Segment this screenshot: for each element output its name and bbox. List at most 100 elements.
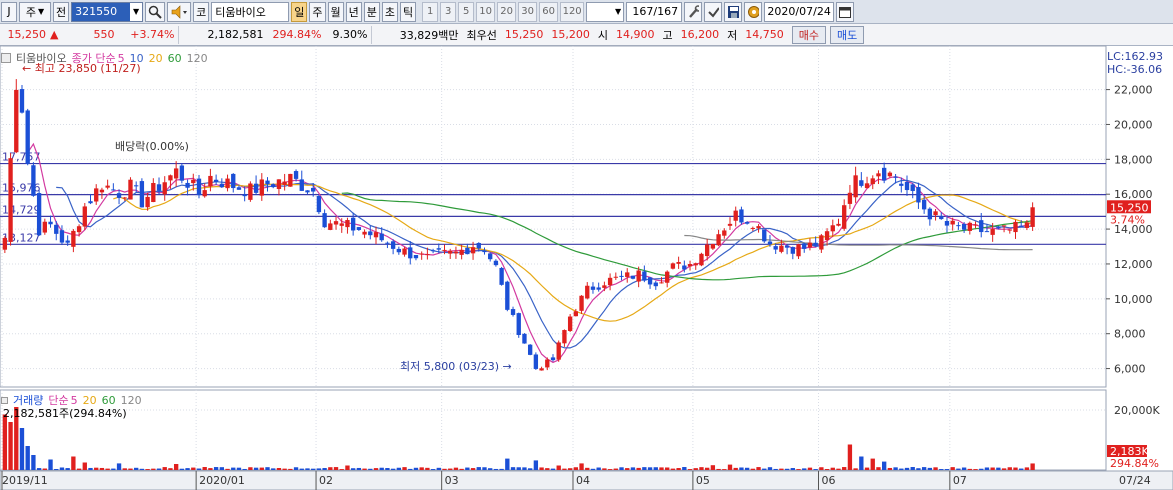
volume-bar	[716, 468, 721, 470]
candle	[459, 249, 464, 255]
candle	[276, 179, 282, 189]
x-tick-label: 06	[822, 474, 836, 487]
volume-bar	[585, 467, 590, 470]
x-tick-label: 04	[576, 474, 590, 487]
candle	[419, 253, 424, 255]
volume-bar	[116, 463, 122, 470]
dividend-annotation: 배당락(0.00%)	[115, 140, 189, 153]
candle	[722, 230, 727, 236]
candle	[470, 247, 476, 254]
candle	[231, 173, 236, 189]
candle	[979, 220, 984, 233]
candle	[961, 224, 967, 230]
candle	[596, 287, 601, 290]
low-annotation: 최저 5,800 (03/23) →	[400, 360, 512, 373]
volume-bar	[893, 467, 898, 470]
candle	[430, 250, 436, 252]
ma5-label: 5	[117, 51, 125, 65]
candle	[145, 196, 150, 208]
volume-bar	[168, 468, 173, 470]
volume-bar	[904, 467, 910, 470]
candle	[625, 272, 630, 277]
y-tick-label: 20,000	[1114, 118, 1153, 131]
candle	[322, 213, 327, 228]
candle	[819, 235, 824, 250]
candle	[933, 211, 938, 216]
ma20-label: 20	[148, 51, 163, 65]
candle	[527, 344, 533, 355]
candle	[185, 182, 190, 188]
y-tick-label: 10,000	[1114, 293, 1153, 306]
candle	[573, 311, 579, 317]
candle	[168, 175, 173, 181]
volume-bar	[819, 467, 824, 470]
candle	[94, 188, 99, 202]
volume-bar	[647, 467, 653, 470]
volume-bar	[396, 467, 402, 470]
volume-bar	[505, 458, 510, 470]
candle	[82, 206, 87, 227]
volume-bar	[573, 467, 579, 470]
volume-current: 2,182,581주(294.84%)	[3, 405, 127, 421]
volume-bar	[339, 469, 344, 470]
candle	[202, 190, 207, 197]
candle	[984, 231, 990, 233]
candle	[156, 184, 162, 191]
candle	[545, 359, 550, 368]
volume-bar	[8, 422, 13, 470]
percent-tag: 3.74%	[1110, 213, 1145, 226]
volume-bar	[362, 468, 367, 470]
candle	[333, 221, 339, 225]
candle	[967, 222, 972, 231]
volume-bar	[933, 467, 938, 470]
volume-bar	[419, 467, 424, 470]
candle	[887, 172, 893, 177]
candle	[345, 220, 350, 228]
candle	[402, 248, 407, 255]
ma60-label: 60	[167, 51, 182, 65]
volume-bar	[1019, 468, 1024, 470]
candle	[824, 231, 830, 241]
candle	[436, 248, 441, 250]
ma5-line	[27, 142, 1033, 364]
volume-percent-tag: 294.84%	[1110, 457, 1159, 470]
candle	[876, 173, 881, 177]
volume-bar	[316, 468, 322, 470]
level-label: 14,729	[2, 203, 41, 216]
candle	[71, 230, 76, 247]
candle	[642, 271, 647, 281]
volume-toggle-icon[interactable]	[1, 396, 8, 404]
volume-bar	[2, 414, 8, 470]
volume-bar	[750, 468, 756, 470]
x-tick-label: 07/24	[1119, 474, 1151, 487]
volume-bar	[48, 459, 53, 470]
volume-bar	[619, 467, 624, 470]
volume-bar	[196, 468, 202, 470]
price-legend: 티움바이오 종가 단순 5 10 20 60 120	[1, 50, 208, 66]
volume-bar	[579, 463, 584, 470]
volume-bar	[499, 468, 504, 470]
chart-toggle-icon[interactable]	[1, 53, 11, 63]
candle	[1013, 221, 1018, 233]
volume-bar	[956, 468, 961, 470]
candle	[990, 229, 995, 235]
volume-bar	[665, 467, 670, 470]
price-volume-chart[interactable]: 17,75715,97614,72913,127 22,00020,00018,…	[0, 0, 1173, 490]
volume-bar	[345, 465, 350, 470]
volume-bar	[533, 460, 539, 470]
candle	[796, 244, 801, 257]
volume-bar	[984, 467, 990, 470]
volume-bar	[979, 468, 984, 470]
candle	[893, 176, 898, 178]
volume-bar	[767, 467, 773, 470]
candle	[505, 281, 510, 310]
volume-bar	[950, 467, 955, 470]
candle	[727, 223, 733, 226]
volume-bar	[202, 467, 207, 470]
candle	[191, 179, 196, 184]
candle	[870, 178, 875, 185]
volume-bar	[145, 469, 150, 470]
volume-bar	[670, 468, 676, 470]
candle	[48, 221, 53, 225]
volume-current-value: 2,182,581주(294.84%)	[3, 407, 127, 420]
